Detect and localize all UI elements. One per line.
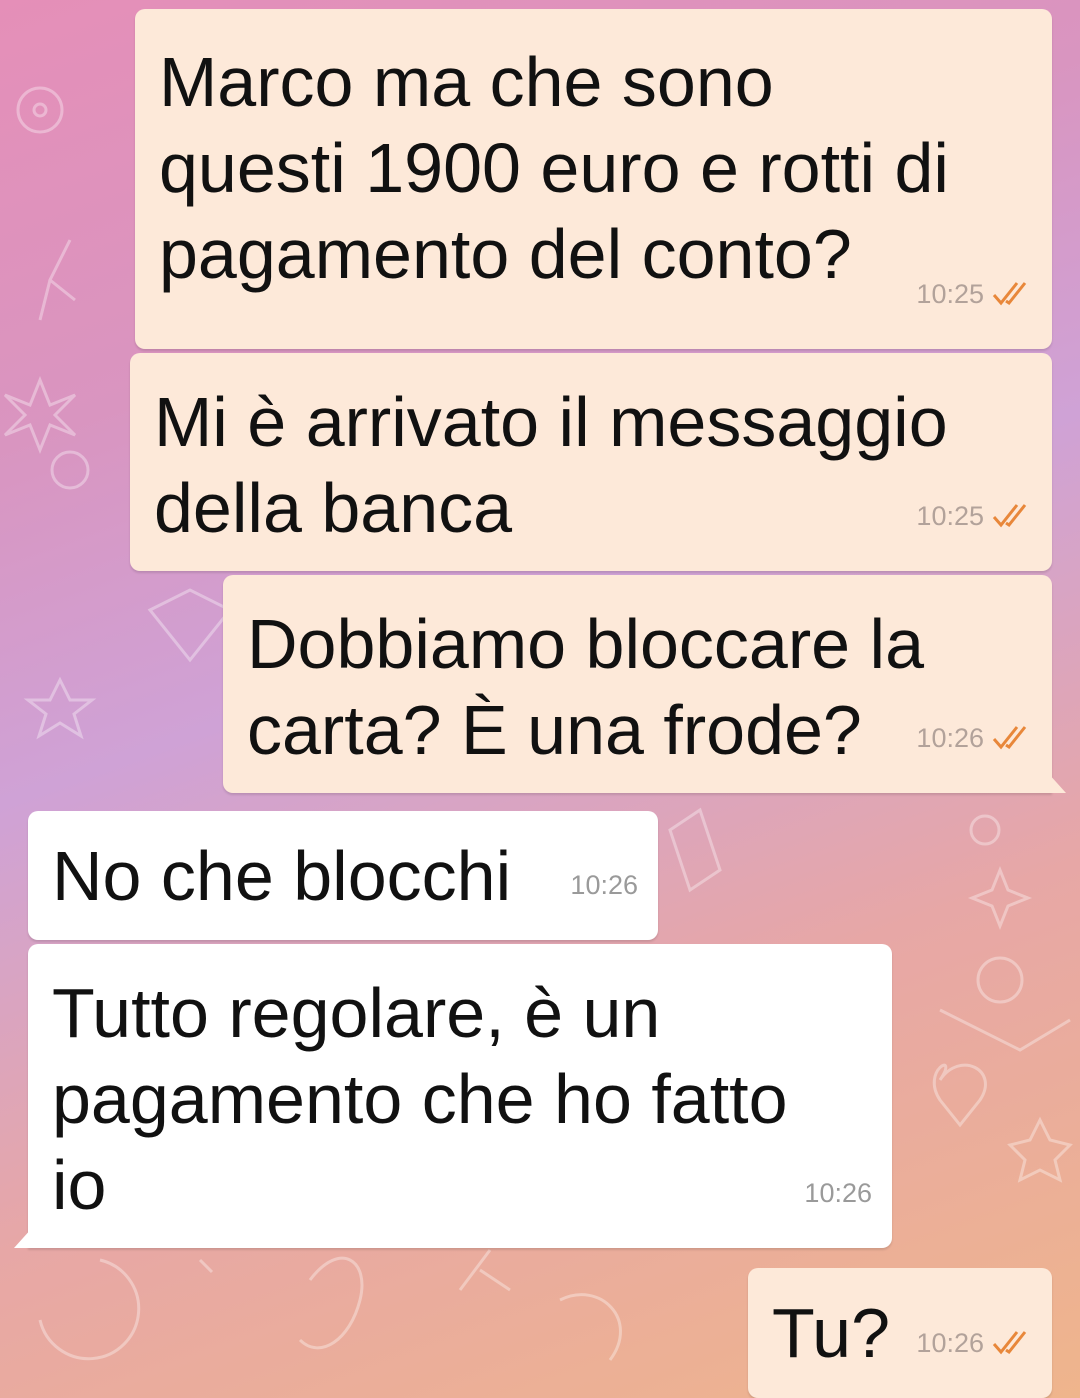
outgoing-message[interactable]: Marco ma che sono questi 1900 euro e rot…	[135, 9, 1052, 349]
message-text: Dobbiamo bloccare la carta? È una frode?	[247, 605, 925, 769]
double-check-icon	[992, 726, 1027, 750]
message-meta: 10:26	[916, 695, 1032, 781]
message-meta: 10:25	[916, 251, 1032, 337]
double-check-icon	[992, 1331, 1027, 1355]
message-meta: 10:26	[804, 1150, 872, 1236]
message-time: 10:26	[804, 1178, 872, 1208]
message-time: 10:26	[916, 723, 984, 753]
message-time: 10:26	[570, 870, 638, 900]
message-text: Mi è arrivato il messaggio della banca	[154, 383, 948, 547]
incoming-message[interactable]: No che blocchi 10:26	[28, 811, 658, 940]
message-meta: 10:26	[570, 842, 638, 928]
message-text: Marco ma che sono questi 1900 euro e rot…	[159, 43, 949, 293]
incoming-message[interactable]: Tutto regolare, è un pagamento che ho fa…	[14, 944, 892, 1248]
double-check-icon	[992, 504, 1027, 528]
message-text: No che blocchi	[52, 837, 512, 915]
message-meta: 10:25	[916, 473, 1032, 559]
message-time: 10:25	[916, 501, 984, 531]
message-time: 10:25	[916, 279, 984, 309]
outgoing-message[interactable]: Mi è arrivato il messaggio della banca 1…	[130, 353, 1052, 571]
bubble-tail	[14, 1228, 32, 1248]
double-check-icon	[992, 282, 1027, 306]
outgoing-message[interactable]: Tu? 10:26	[748, 1268, 1052, 1398]
outgoing-message[interactable]: Dobbiamo bloccare la carta? È una frode?…	[223, 575, 1066, 793]
message-time: 10:26	[916, 1328, 984, 1358]
bubble-tail	[1048, 773, 1066, 793]
message-text: Tu?	[772, 1294, 891, 1372]
message-text: Tutto regolare, è un pagamento che ho fa…	[52, 974, 788, 1224]
message-meta: 10:26	[916, 1300, 1032, 1386]
